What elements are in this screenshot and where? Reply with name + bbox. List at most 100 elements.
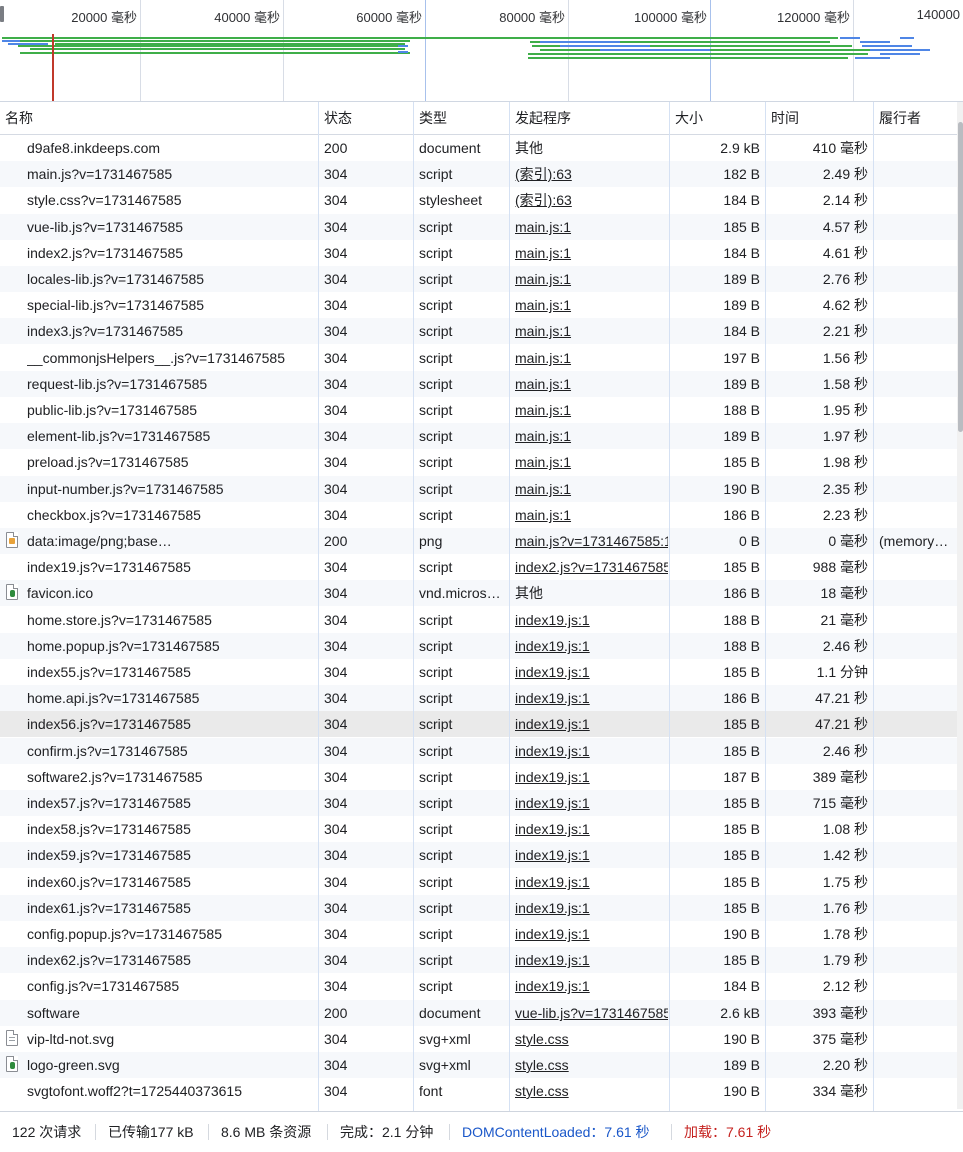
request-initiator[interactable]: index19.js:1 <box>515 947 668 973</box>
column-divider[interactable] <box>413 102 414 1111</box>
request-list-scrollbar[interactable] <box>957 102 963 1109</box>
request-initiator[interactable]: index19.js:1 <box>515 764 668 790</box>
request-row[interactable]: element-lib.js?v=1731467585 304 script main… <box>0 423 957 449</box>
request-row[interactable]: index60.js?v=1731467585 304 script index19.… <box>0 869 957 895</box>
request-row[interactable]: logo-green.svg 304 svg+xml style.css 189 B 2.… <box>0 1052 957 1078</box>
column-header-size[interactable]: 大小 <box>670 102 765 134</box>
request-initiator[interactable]: index19.js:1 <box>515 973 668 999</box>
request-row[interactable]: data:image/png;base… 200 png main.js?v=1731… <box>0 528 957 554</box>
request-time: 18 毫秒 <box>820 585 868 601</box>
column-divider[interactable] <box>318 102 319 1111</box>
request-row[interactable]: index56.js?v=1731467585 304 script index19.… <box>0 711 957 737</box>
request-initiator[interactable]: style.css <box>515 1078 668 1104</box>
overview-scroll-handle[interactable] <box>0 6 4 22</box>
request-row[interactable]: index58.js?v=1731467585 304 script index19.… <box>0 816 957 842</box>
request-row[interactable]: confirm.js?v=1731467585 304 script index19.… <box>0 738 957 764</box>
request-initiator[interactable]: main.js:1 <box>515 371 668 397</box>
request-initiator[interactable]: index19.js:1 <box>515 869 668 895</box>
request-initiator[interactable]: index19.js:1 <box>515 659 668 685</box>
network-overview[interactable]: 20000 毫秒 40000 毫秒 60000 毫秒 80000 毫秒 100000 毫… <box>0 0 963 102</box>
request-initiator[interactable]: main.js:1 <box>515 476 668 502</box>
request-size: 184 B <box>723 323 760 339</box>
request-row[interactable]: index62.js?v=1731467585 304 script index19.… <box>0 947 957 973</box>
request-row[interactable]: input-number.js?v=1731467585 304 script mai… <box>0 476 957 502</box>
request-row[interactable]: svgtofont.woff2?t=1725440373615 304 font st… <box>0 1078 957 1104</box>
request-row[interactable]: d9afe8.inkdeeps.com 200 document 其他 2.9 kB 41… <box>0 135 957 161</box>
request-initiator[interactable]: main.js:1 <box>515 449 668 475</box>
request-initiator[interactable]: main.js:1 <box>515 397 668 423</box>
request-initiator[interactable]: index19.js:1 <box>515 842 668 868</box>
column-header-fulfilled-by[interactable]: 履行者 <box>874 102 957 134</box>
request-row[interactable]: special-lib.js?v=1731467585 304 script main… <box>0 292 957 318</box>
overview-tick-label: 80000 毫秒 <box>499 10 565 25</box>
request-row[interactable]: main.js?v=1731467585 304 script (索引):63 182 … <box>0 161 957 187</box>
request-row[interactable]: index61.js?v=1731467585 304 script index19.… <box>0 895 957 921</box>
request-initiator[interactable]: main.js:1 <box>515 240 668 266</box>
request-row[interactable]: config.popup.js?v=1731467585 304 script ind… <box>0 921 957 947</box>
request-fulfilled-by <box>879 633 953 659</box>
request-initiator[interactable]: index19.js:1 <box>515 895 668 921</box>
request-status: 304 <box>324 1057 348 1073</box>
column-divider[interactable] <box>669 102 670 1111</box>
request-initiator[interactable]: index19.js:1 <box>515 633 668 659</box>
request-row[interactable]: __commonjsHelpers__.js?v=1731467585 304 sc… <box>0 345 957 371</box>
request-row[interactable]: checkbox.js?v=1731467585 304 script main.js… <box>0 502 957 528</box>
column-header-time[interactable]: 时间 <box>766 102 873 134</box>
request-row[interactable]: software2.js?v=1731467585 304 script index1… <box>0 764 957 790</box>
request-initiator[interactable]: index19.js:1 <box>515 921 668 947</box>
request-status: 304 <box>324 664 348 680</box>
request-initiator[interactable]: style.css <box>515 1052 668 1078</box>
request-row[interactable]: vip-ltd-not.svg 304 svg+xml style.css 190 B 3… <box>0 1026 957 1052</box>
request-initiator[interactable]: index19.js:1 <box>515 816 668 842</box>
request-initiator[interactable]: (索引):63 <box>515 161 668 187</box>
request-row[interactable]: home.store.js?v=1731467585 304 script index… <box>0 607 957 633</box>
request-row[interactable]: index2.js?v=1731467585 304 script main.js:1… <box>0 240 957 266</box>
request-initiator[interactable]: index19.js:1 <box>515 711 668 737</box>
request-initiator[interactable]: main.js:1 <box>515 345 668 371</box>
request-size: 186 B <box>723 507 760 523</box>
request-initiator[interactable]: main.js:1 <box>515 266 668 292</box>
request-initiator[interactable]: index19.js:1 <box>515 790 668 816</box>
scrollbar-thumb[interactable] <box>958 122 963 432</box>
request-row[interactable]: locales-lib.js?v=1731467585 304 script main… <box>0 266 957 292</box>
column-header-status[interactable]: 状态 <box>319 102 413 134</box>
request-row[interactable]: home.api.js?v=1731467585 304 script index19… <box>0 685 957 711</box>
column-divider[interactable] <box>765 102 766 1111</box>
request-initiator[interactable]: vue-lib.js?v=1731467585:1 <box>515 1000 668 1026</box>
request-row[interactable]: index3.js?v=1731467585 304 script main.js:1… <box>0 318 957 344</box>
request-row[interactable]: index57.js?v=1731467585 304 script index19.… <box>0 790 957 816</box>
request-fulfilled-by <box>879 711 953 737</box>
request-name: locales-lib.js?v=1731467585 <box>27 271 205 287</box>
request-status: 304 <box>324 559 348 575</box>
request-row[interactable]: favicon.ico 304 vnd.micros… 其他 186 B 18 毫秒 <box>0 580 957 606</box>
request-row[interactable]: public-lib.js?v=1731467585 304 script main.… <box>0 397 957 423</box>
request-row[interactable]: index59.js?v=1731467585 304 script index19.… <box>0 842 957 868</box>
request-initiator[interactable]: style.css <box>515 1026 668 1052</box>
request-row[interactable]: index55.js?v=1731467585 304 script index19.… <box>0 659 957 685</box>
request-initiator[interactable]: (索引):63 <box>515 187 668 213</box>
request-row[interactable]: index19.js?v=1731467585 304 script index2.j… <box>0 554 957 580</box>
request-row[interactable]: home.popup.js?v=1731467585 304 script index… <box>0 633 957 659</box>
request-initiator[interactable]: main.js:1 <box>515 423 668 449</box>
request-row[interactable]: preload.js?v=1731467585 304 script main.js:… <box>0 449 957 475</box>
request-row[interactable]: request-lib.js?v=1731467585 304 script main… <box>0 371 957 397</box>
request-initiator[interactable]: index2.js?v=1731467585:1 <box>515 554 668 580</box>
request-row[interactable]: vue-lib.js?v=1731467585 304 script main.js:… <box>0 214 957 240</box>
request-initiator[interactable]: index19.js:1 <box>515 607 668 633</box>
column-header-name[interactable]: 名称 <box>0 102 318 134</box>
request-initiator[interactable]: main.js:1 <box>515 292 668 318</box>
request-initiator[interactable]: index19.js:1 <box>515 685 668 711</box>
column-header-initiator[interactable]: 发起程序 <box>510 102 669 134</box>
column-divider[interactable] <box>873 102 874 1111</box>
request-row[interactable]: config.js?v=1731467585 304 script index19.j… <box>0 973 957 999</box>
request-initiator[interactable]: main.js?v=1731467585:1 <box>515 528 668 554</box>
column-divider[interactable] <box>509 102 510 1111</box>
request-initiator[interactable]: index19.js:1 <box>515 738 668 764</box>
request-initiator[interactable]: main.js:1 <box>515 318 668 344</box>
request-row[interactable]: style.css?v=1731467585 304 stylesheet (索引):… <box>0 187 957 213</box>
column-header-type[interactable]: 类型 <box>414 102 509 134</box>
request-status: 304 <box>324 638 348 654</box>
request-initiator[interactable]: main.js:1 <box>515 502 668 528</box>
request-row[interactable]: software 200 document vue-lib.js?v=17314675… <box>0 1000 957 1026</box>
request-initiator[interactable]: main.js:1 <box>515 214 668 240</box>
